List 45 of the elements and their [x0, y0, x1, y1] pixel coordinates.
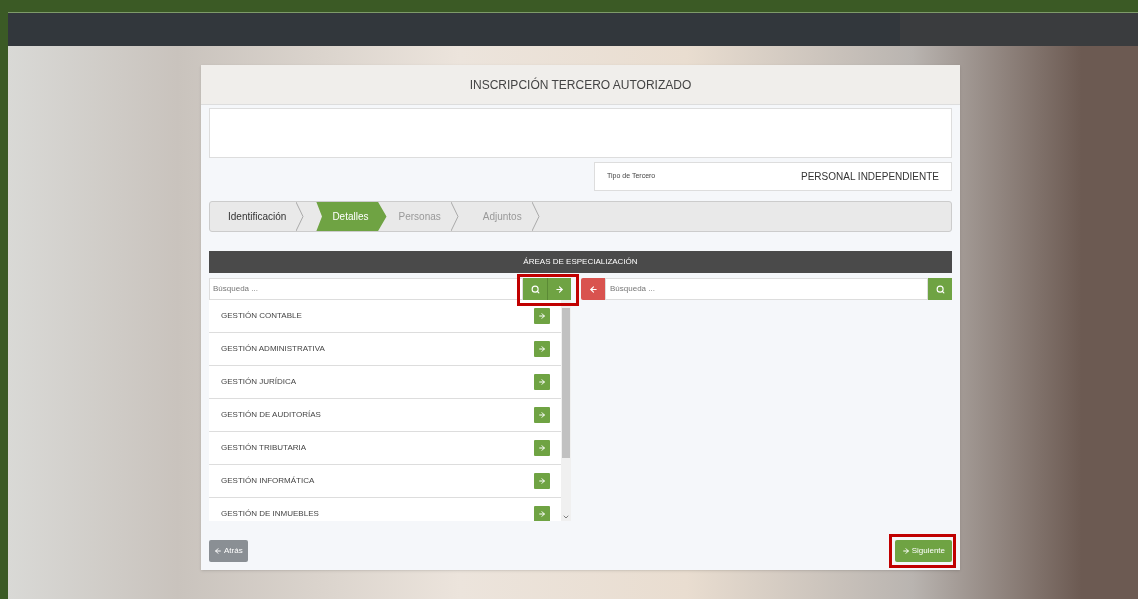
list-item[interactable]: GESTIÓN ADMINISTRATIVA: [209, 333, 561, 366]
list-item[interactable]: GESTIÓN INFORMÁTICA: [209, 465, 561, 498]
arrow-right-icon: [901, 547, 910, 555]
add-button[interactable]: [534, 440, 550, 456]
highlight-frame: [517, 274, 579, 306]
search-field[interactable]: Búsqueda ...: [209, 278, 523, 300]
list-item[interactable]: GESTIÓN DE AUDITORÍAS: [209, 399, 561, 432]
list-item[interactable]: GESTIÓN JURÍDICA: [209, 366, 561, 399]
arrow-right-icon: [538, 477, 546, 485]
arrow-right-icon: [538, 345, 546, 353]
form-title: INSCRIPCIÓN TERCERO AUTORIZADO: [201, 65, 960, 105]
arrow-right-icon: [555, 284, 564, 294]
scrollbar[interactable]: [561, 300, 571, 521]
scroll-down-icon: [562, 513, 570, 521]
type-value: PERSONAL INDEPENDIENTE: [801, 170, 939, 184]
add-all-button[interactable]: [547, 278, 571, 300]
add-button[interactable]: [534, 473, 550, 489]
arrow-right-icon: [538, 444, 546, 452]
search-field[interactable]: Búsqueda ...: [605, 278, 928, 300]
list-item[interactable]: GESTIÓN DE INMUEBLES: [209, 498, 561, 521]
section-header: ÁREAS DE ESPECIALIZACIÓN: [209, 251, 952, 273]
search-button[interactable]: [928, 278, 952, 300]
arrow-right-icon: [538, 510, 546, 518]
arrow-right-icon: [538, 312, 546, 320]
step-tab[interactable]: Identificación: [216, 202, 317, 231]
search-icon: [530, 284, 540, 294]
chevron-separator-icon: [531, 202, 540, 231]
add-button[interactable]: [534, 341, 550, 357]
arrow-left-icon: [214, 547, 222, 555]
add-button[interactable]: [534, 374, 550, 390]
scrollbar-thumb[interactable]: [562, 308, 570, 458]
search-button[interactable]: [523, 278, 547, 300]
chevron-separator-icon: [296, 202, 305, 231]
add-button[interactable]: [534, 407, 550, 423]
search-icon: [935, 284, 945, 294]
add-button[interactable]: [534, 308, 550, 324]
arrow-left-icon: [588, 284, 598, 294]
list-item[interactable]: GESTIÓN CONTABLE: [209, 300, 561, 333]
arrow-right-icon: [538, 411, 546, 419]
add-button[interactable]: [534, 506, 550, 521]
list-item[interactable]: GESTIÓN TRIBUTARIA: [209, 432, 561, 465]
chevron-separator-icon: [450, 202, 459, 231]
remove-all-button[interactable]: [581, 278, 605, 300]
arrow-right-icon: [538, 378, 546, 386]
highlight-frame: [888, 534, 956, 568]
